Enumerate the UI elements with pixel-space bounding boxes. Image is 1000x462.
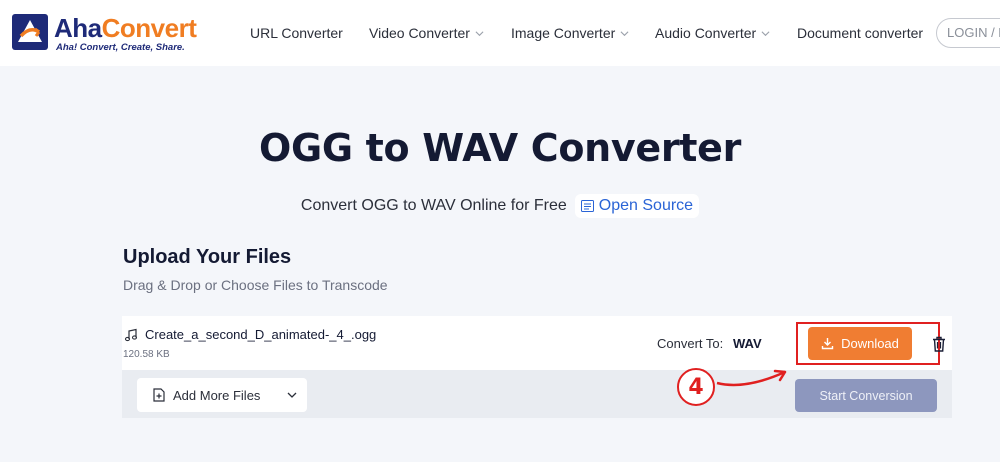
- nav-label: Document converter: [797, 25, 924, 41]
- document-icon: [580, 200, 594, 212]
- music-note-icon: [124, 328, 138, 342]
- start-conversion-button[interactable]: Start Conversion: [795, 379, 937, 412]
- logo-name: AhaConvert: [54, 13, 197, 43]
- action-row: Add More Files Start Conversion: [122, 370, 952, 418]
- file-size: 120.58 KB: [123, 349, 170, 360]
- convert-to-label: Convert To:: [657, 336, 724, 351]
- file-name: Create_a_second_D_animated-_4_.ogg: [145, 327, 377, 342]
- convert-to-select[interactable]: WAV: [733, 336, 762, 351]
- login-button[interactable]: LOGIN / R: [936, 18, 1000, 48]
- logo-tagline: Aha! Convert, Create, Share.: [56, 42, 185, 53]
- file-plus-icon: [153, 388, 165, 402]
- upload-title: Upload Your Files: [123, 246, 292, 268]
- nav-document-converter[interactable]: Document converter: [797, 0, 923, 66]
- chevron-down-icon: [475, 30, 484, 36]
- logo-mark-icon: [12, 14, 48, 50]
- page-subtitle-row: Convert OGG to WAV Online for Free Open …: [0, 194, 1000, 218]
- add-more-files-button[interactable]: Add More Files: [137, 378, 307, 412]
- nav-label: Video Converter: [369, 25, 470, 41]
- download-label: Download: [841, 336, 899, 351]
- nav-label: Audio Converter: [655, 25, 757, 41]
- download-button[interactable]: Download: [808, 327, 912, 360]
- chevron-down-icon[interactable]: [287, 391, 297, 399]
- nav-image-converter[interactable]: Image Converter: [511, 0, 629, 66]
- annotation-arrow-icon: [716, 369, 787, 387]
- trash-icon[interactable]: [932, 336, 946, 352]
- logo[interactable]: AhaConvert Aha! Convert, Create, Share.: [10, 10, 200, 56]
- step-number-badge: 4: [677, 368, 715, 406]
- chevron-down-icon: [620, 30, 629, 36]
- add-more-files-label: Add More Files: [173, 387, 261, 403]
- page-subtitle: Convert OGG to WAV Online for Free: [300, 197, 567, 214]
- nav-url-converter[interactable]: URL Converter: [250, 0, 343, 66]
- open-source-link[interactable]: Open Source: [574, 194, 700, 218]
- nav-video-converter[interactable]: Video Converter: [369, 0, 484, 66]
- nav-label: URL Converter: [250, 25, 343, 41]
- file-card: Create_a_second_D_animated-_4_.ogg 120.5…: [122, 316, 952, 418]
- chevron-down-icon: [761, 30, 770, 36]
- nav-label: Image Converter: [511, 25, 616, 41]
- open-source-label: Open Source: [598, 197, 694, 214]
- upload-subtitle: Drag & Drop or Choose Files to Transcode: [123, 277, 388, 293]
- nav-audio-converter[interactable]: Audio Converter: [655, 0, 770, 66]
- download-icon: [821, 338, 834, 350]
- page-title: OGG to WAV Converter: [258, 126, 742, 170]
- site-header: AhaConvert Aha! Convert, Create, Share. …: [0, 0, 1000, 66]
- file-row: Create_a_second_D_animated-_4_.ogg 120.5…: [122, 316, 952, 370]
